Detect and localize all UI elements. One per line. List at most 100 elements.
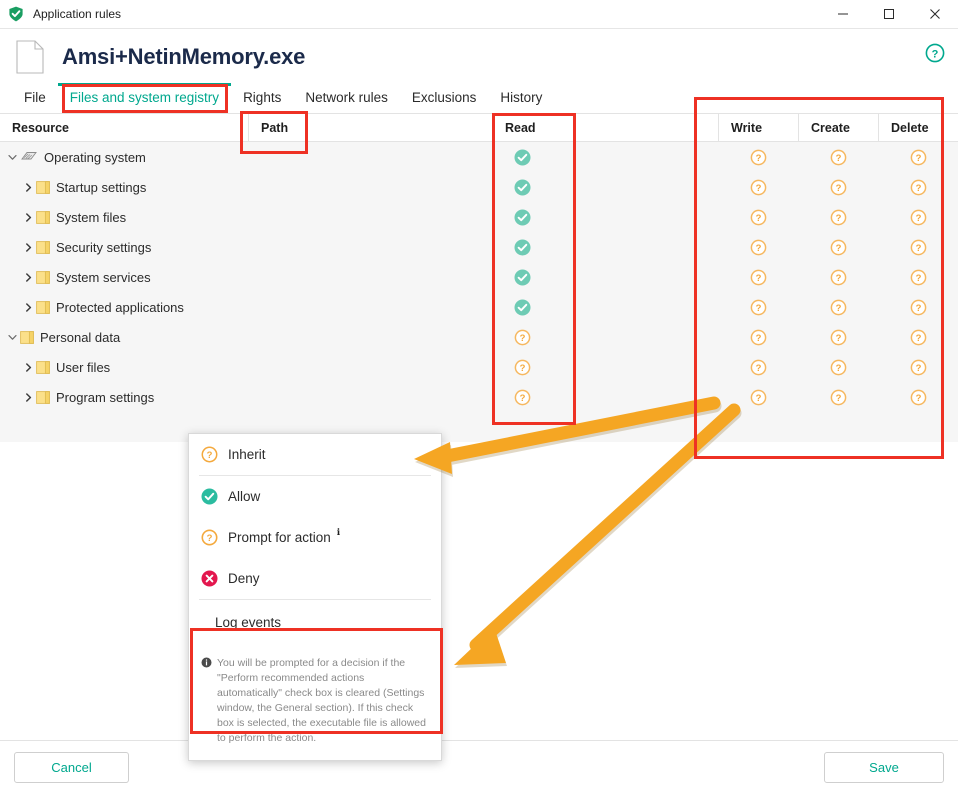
table-row[interactable]: User files???? (0, 352, 958, 382)
column-header-create[interactable]: Create (798, 113, 878, 142)
create-permission-cell[interactable]: ? (798, 232, 878, 262)
delete-permission-cell[interactable]: ? (878, 172, 958, 202)
inherit-question-icon[interactable]: ? (750, 149, 767, 166)
chevron-right-icon[interactable] (24, 272, 33, 282)
allow-check-icon[interactable] (514, 179, 531, 196)
tree-twisty[interactable] (20, 202, 36, 232)
allow-check-icon[interactable] (514, 269, 531, 286)
column-header-path[interactable]: Path (248, 113, 492, 142)
menu-item-inherit[interactable]: ? Inherit (189, 434, 441, 475)
inherit-question-icon[interactable]: ? (514, 389, 531, 406)
inherit-question-icon[interactable]: ? (750, 239, 767, 256)
read-permission-cell[interactable] (492, 172, 692, 202)
delete-permission-cell[interactable]: ? (878, 142, 958, 172)
read-permission-cell[interactable]: ? (492, 352, 692, 382)
table-row[interactable]: System services??? (0, 262, 958, 292)
tab-rights[interactable]: Rights (231, 84, 293, 113)
read-permission-cell[interactable] (492, 142, 692, 172)
delete-permission-cell[interactable]: ? (878, 232, 958, 262)
inherit-question-icon[interactable]: ? (830, 149, 847, 166)
inherit-question-icon[interactable]: ? (750, 299, 767, 316)
allow-check-icon[interactable] (514, 299, 531, 316)
write-permission-cell[interactable]: ? (718, 172, 798, 202)
read-permission-cell[interactable]: ? (492, 322, 692, 352)
create-permission-cell[interactable]: ? (798, 142, 878, 172)
create-permission-cell[interactable]: ? (798, 172, 878, 202)
inherit-question-icon[interactable]: ? (910, 329, 927, 346)
chevron-right-icon[interactable] (24, 212, 33, 222)
close-button[interactable] (912, 0, 958, 29)
tree-twisty[interactable] (20, 232, 36, 262)
tree-twisty[interactable] (20, 352, 36, 382)
delete-permission-cell[interactable]: ? (878, 292, 958, 322)
chevron-right-icon[interactable] (24, 242, 33, 252)
table-row[interactable]: Security settings??? (0, 232, 958, 262)
menu-item-prompt-for-action[interactable]: ? Prompt for action ℹ (189, 517, 441, 558)
create-permission-cell[interactable]: ? (798, 352, 878, 382)
table-row[interactable]: Personal data???? (0, 322, 958, 352)
write-permission-cell[interactable]: ? (718, 142, 798, 172)
help-circle-icon[interactable]: ? (925, 43, 945, 63)
read-permission-cell[interactable] (492, 232, 692, 262)
inherit-question-icon[interactable]: ? (750, 359, 767, 376)
inherit-question-icon[interactable]: ? (830, 329, 847, 346)
create-permission-cell[interactable]: ? (798, 292, 878, 322)
inherit-question-icon[interactable]: ? (830, 269, 847, 286)
inherit-question-icon[interactable]: ? (830, 359, 847, 376)
column-header-read[interactable]: Read (492, 113, 692, 142)
table-row[interactable]: Protected applications??? (0, 292, 958, 322)
info-badge-icon[interactable]: ℹ (337, 527, 340, 538)
tree-twisty[interactable] (4, 322, 20, 352)
chevron-down-icon[interactable] (7, 153, 17, 162)
inherit-question-icon[interactable]: ? (910, 209, 927, 226)
write-permission-cell[interactable]: ? (718, 232, 798, 262)
menu-item-log-events[interactable]: Log events (189, 600, 441, 644)
inherit-question-icon[interactable]: ? (910, 149, 927, 166)
column-header-resource[interactable]: Resource (0, 114, 248, 142)
menu-item-deny[interactable]: Deny (189, 558, 441, 599)
inherit-question-icon[interactable]: ? (910, 299, 927, 316)
tree-twisty[interactable] (20, 262, 36, 292)
chevron-right-icon[interactable] (24, 362, 33, 372)
table-row[interactable]: Operating system??? (0, 142, 958, 172)
column-header-delete[interactable]: Delete (878, 113, 958, 142)
tab-file[interactable]: File (12, 84, 58, 113)
menu-item-allow[interactable]: Allow (189, 476, 441, 517)
tab-history[interactable]: History (488, 84, 554, 113)
write-permission-cell[interactable]: ? (718, 292, 798, 322)
inherit-question-icon[interactable]: ? (750, 389, 767, 406)
table-row[interactable]: System files??? (0, 202, 958, 232)
create-permission-cell[interactable]: ? (798, 202, 878, 232)
inherit-question-icon[interactable]: ? (910, 179, 927, 196)
read-permission-cell[interactable]: ? (492, 382, 692, 412)
tree-twisty[interactable] (20, 172, 36, 202)
write-permission-cell[interactable]: ? (718, 322, 798, 352)
write-permission-cell[interactable]: ? (718, 262, 798, 292)
inherit-question-icon[interactable]: ? (750, 269, 767, 286)
table-row[interactable]: Program settings???? (0, 382, 958, 412)
column-header-write[interactable]: Write (718, 113, 798, 142)
chevron-right-icon[interactable] (24, 392, 33, 402)
minimize-button[interactable] (820, 0, 866, 29)
inherit-question-icon[interactable]: ? (830, 299, 847, 316)
write-permission-cell[interactable]: ? (718, 202, 798, 232)
inherit-question-icon[interactable]: ? (750, 179, 767, 196)
inherit-question-icon[interactable]: ? (830, 209, 847, 226)
inherit-question-icon[interactable]: ? (514, 359, 531, 376)
write-permission-cell[interactable]: ? (718, 382, 798, 412)
cancel-button[interactable]: Cancel (14, 752, 129, 783)
inherit-question-icon[interactable]: ? (910, 269, 927, 286)
read-permission-cell[interactable] (492, 202, 692, 232)
inherit-question-icon[interactable]: ? (910, 389, 927, 406)
tree-twisty[interactable] (20, 382, 36, 412)
create-permission-cell[interactable]: ? (798, 382, 878, 412)
chevron-right-icon[interactable] (24, 302, 33, 312)
allow-check-icon[interactable] (514, 239, 531, 256)
create-permission-cell[interactable]: ? (798, 322, 878, 352)
read-permission-cell[interactable] (492, 262, 692, 292)
tab-network-rules[interactable]: Network rules (293, 84, 400, 113)
table-row[interactable]: Startup settings??? (0, 172, 958, 202)
inherit-question-icon[interactable]: ? (910, 359, 927, 376)
inherit-question-icon[interactable]: ? (910, 239, 927, 256)
delete-permission-cell[interactable]: ? (878, 322, 958, 352)
